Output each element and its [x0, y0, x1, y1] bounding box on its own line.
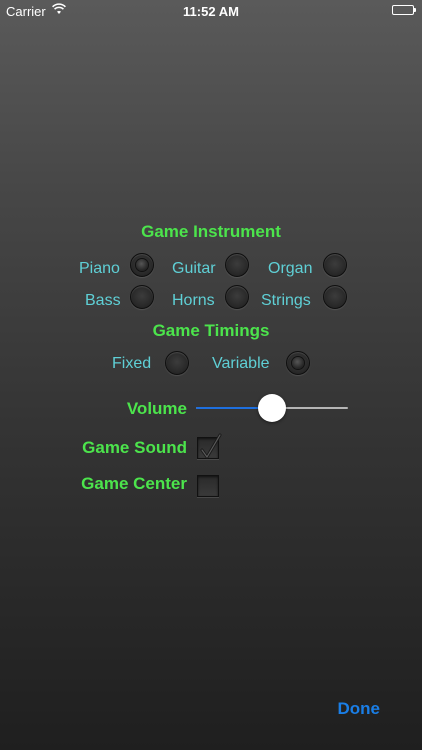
radio-bass[interactable]	[130, 285, 154, 309]
radio-strings[interactable]	[323, 285, 347, 309]
radio-fixed[interactable]	[165, 351, 189, 375]
option-label-horns: Horns	[172, 292, 215, 309]
option-label-variable: Variable	[212, 355, 270, 372]
game-center-label: Game Center	[81, 474, 187, 493]
radio-organ[interactable]	[323, 253, 347, 277]
radio-horns[interactable]	[225, 285, 249, 309]
game-sound-checkbox[interactable]	[197, 433, 222, 459]
checkmark-icon	[200, 433, 222, 459]
done-button[interactable]: Done	[338, 699, 381, 719]
option-label-guitar: Guitar	[172, 260, 216, 277]
radio-guitar[interactable]	[225, 253, 249, 277]
volume-label: Volume	[126, 399, 187, 418]
option-label-fixed: Fixed	[112, 355, 152, 372]
radio-variable[interactable]	[286, 351, 310, 375]
game-sound-label: Game Sound	[82, 438, 187, 457]
radio-piano[interactable]	[130, 253, 154, 277]
option-label-bass: Bass	[85, 292, 121, 309]
status-bar: Carrier 11:52 AM	[0, 0, 422, 22]
game-center-checkbox[interactable]	[197, 475, 219, 497]
option-label-piano: Piano	[79, 260, 120, 277]
option-label-strings: Strings	[261, 292, 311, 309]
battery-icon	[392, 5, 416, 15]
game-timings-title: Game Timings	[152, 321, 270, 340]
status-time: 11:52 AM	[183, 4, 239, 19]
game-instrument-title: Game Instrument	[141, 222, 281, 241]
volume-slider-thumb[interactable]	[258, 394, 286, 422]
volume-slider[interactable]	[196, 394, 348, 422]
option-label-organ: Organ	[268, 260, 313, 277]
